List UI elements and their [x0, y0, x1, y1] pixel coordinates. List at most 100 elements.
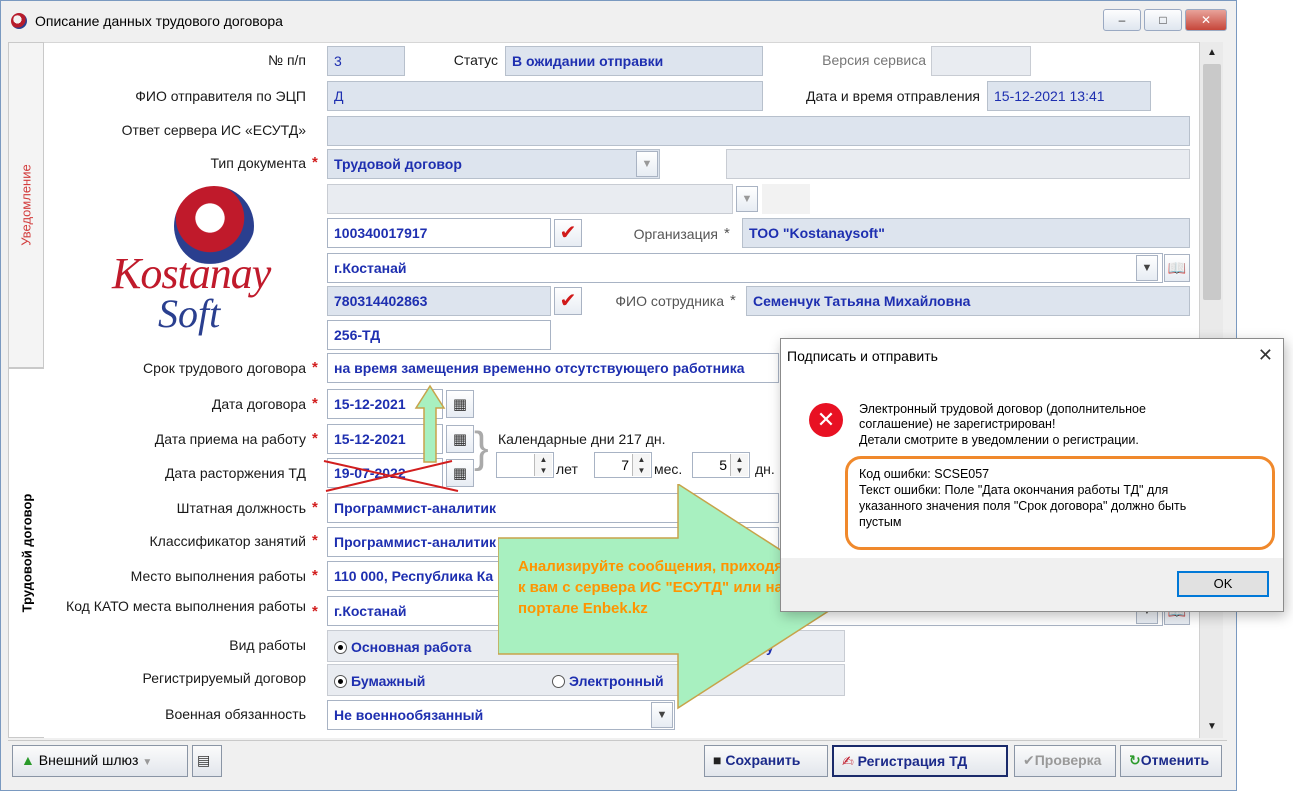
- server-response-field: [327, 116, 1190, 146]
- register-label: Регистрация ТД: [857, 753, 968, 769]
- iin-field[interactable]: 780314402863: [327, 286, 551, 316]
- num-field: 3: [327, 46, 405, 76]
- required-mark: *: [312, 532, 318, 549]
- service-version-label: Версия сервиса: [822, 52, 926, 68]
- book-icon[interactable]: 📖: [1164, 254, 1190, 282]
- maximize-button[interactable]: □: [1144, 9, 1182, 31]
- required-mark: *: [312, 603, 318, 620]
- doc-type-label: Тип документа: [210, 155, 307, 171]
- years-spinner[interactable]: ▲ ▼: [496, 452, 554, 478]
- scroll-thumb[interactable]: [1203, 64, 1221, 300]
- error-text-line2: указанного значения поля "Срок договора"…: [859, 499, 1187, 513]
- blank-field: [762, 184, 810, 214]
- chevron-down-icon[interactable]: ▼: [736, 186, 758, 212]
- required-mark: *: [312, 430, 318, 447]
- organization-label: Организация: [633, 226, 718, 242]
- kato-label: Код КАТО места выполнения работы: [66, 598, 306, 614]
- tab-notification[interactable]: Уведомление: [8, 42, 44, 368]
- scroll-up-icon[interactable]: ▲: [1202, 44, 1222, 62]
- city-select[interactable]: г.Костанай: [327, 253, 1163, 283]
- required-mark: *: [312, 499, 318, 516]
- chevron-down-icon[interactable]: ▼: [636, 151, 658, 177]
- work-type-main-radio[interactable]: Основная работа: [334, 639, 471, 655]
- reg-contract-label: Регистрируемый договор: [142, 670, 306, 686]
- cancel-icon: ↻: [1129, 752, 1141, 768]
- dialog-close-icon[interactable]: ✕: [1258, 345, 1273, 366]
- status-field: В ожидании отправки: [505, 46, 763, 76]
- close-button[interactable]: ✕: [1185, 9, 1227, 31]
- optional-mark: *: [724, 225, 730, 242]
- spin-arrows-icon[interactable]: ▲ ▼: [632, 454, 650, 476]
- work-type-label: Вид работы: [229, 637, 306, 653]
- cancel-label: Отменить: [1140, 752, 1210, 768]
- calculator-icon: ▤: [197, 752, 211, 768]
- app-icon: [11, 13, 27, 29]
- gateway-select[interactable]: ▲ Внешний шлюз ▼: [12, 745, 188, 777]
- service-version-field: [931, 46, 1031, 76]
- chevron-down-icon: ▼: [142, 757, 153, 768]
- dialog-message-line2: соглашение) не зарегистрирован!: [859, 417, 1056, 431]
- calendar-icon[interactable]: ▦: [446, 390, 474, 418]
- tab-notification-label: Уведомление: [18, 164, 34, 246]
- error-code: Код ошибки: SCSE057: [859, 467, 990, 481]
- required-mark: *: [312, 567, 318, 584]
- sent-datetime-field: 15-12-2021 13:41: [987, 81, 1151, 111]
- hire-date-label: Дата приема на работу: [154, 431, 306, 447]
- check-icon[interactable]: ✔: [554, 287, 582, 315]
- chevron-down-icon[interactable]: ▼: [1136, 255, 1158, 281]
- window-title: Описание данных трудового договора: [35, 13, 283, 29]
- error-text-line1: Текст ошибки: Поле "Дата окончания работ…: [859, 483, 1169, 497]
- contract-date-label: Дата договора: [211, 396, 306, 412]
- reg-paper-label: Бумажный: [351, 673, 426, 689]
- spin-arrows-icon[interactable]: ▲ ▼: [534, 454, 552, 476]
- bottom-toolbar: ▲ Внешний шлюз ▼ ▤ ■ Сохранить ✍ Регистр…: [8, 740, 1227, 782]
- reg-paper-radio[interactable]: Бумажный: [334, 673, 425, 689]
- save-button[interactable]: ■ Сохранить: [704, 745, 828, 777]
- spin-arrows-icon[interactable]: ▲ ▼: [730, 454, 748, 476]
- save-label: Сохранить: [725, 752, 801, 768]
- num-label: № п/п: [268, 52, 306, 68]
- cancel-button[interactable]: ↻Отменить: [1120, 745, 1222, 777]
- scroll-down-icon[interactable]: ▼: [1202, 718, 1222, 736]
- bin-field[interactable]: 100340017917: [327, 218, 551, 248]
- calendar-icon[interactable]: ▦: [446, 425, 474, 453]
- employee-field: Семенчук Татьяна Михайловна: [746, 286, 1190, 316]
- required-mark: *: [312, 395, 318, 412]
- logo-line2: Soft: [158, 291, 221, 336]
- radio-dot: [334, 641, 347, 654]
- error-text-line3: пустым: [859, 515, 902, 529]
- check-icon[interactable]: ✔: [554, 219, 582, 247]
- brace-icon: }: [474, 423, 489, 472]
- check-button[interactable]: ✔Проверка: [1014, 745, 1116, 777]
- status-label: Статус: [453, 52, 498, 68]
- minimize-button[interactable]: –: [1103, 9, 1141, 31]
- kostanaysoft-logo: Kostanay Soft: [112, 186, 320, 342]
- check-label: Проверка: [1034, 752, 1102, 768]
- contract-number-field[interactable]: 256-ТД: [327, 320, 551, 350]
- months-spinner[interactable]: 7 ▲ ▼: [594, 452, 652, 478]
- years-unit: лет: [556, 461, 578, 477]
- dialog-title: Подписать и отправить: [787, 348, 938, 364]
- position-label: Штатная должность: [176, 500, 306, 516]
- employee-label: ФИО сотрудника: [615, 293, 724, 309]
- term-select[interactable]: на время замещения временно отсутствующе…: [327, 353, 779, 383]
- server-response-label: Ответ сервера ИС «ЕСУТД»: [121, 122, 306, 138]
- work-type-main-label: Основная работа: [351, 639, 472, 655]
- workplace-label: Место выполнения работы: [130, 568, 306, 584]
- days-spinner[interactable]: 5 ▲ ▼: [692, 452, 750, 478]
- doc-type-select[interactable]: Трудовой договор: [327, 149, 660, 179]
- optional-mark: *: [730, 292, 736, 309]
- days-unit: дн.: [755, 461, 775, 477]
- dialog-message-line3: Детали смотрите в уведомлении о регистра…: [859, 433, 1139, 447]
- ok-button[interactable]: OK: [1177, 571, 1269, 597]
- days-value: 5: [719, 457, 727, 473]
- required-mark: *: [312, 154, 318, 171]
- checkmark-icon: ✔: [1023, 752, 1035, 768]
- register-button[interactable]: ✍ Регистрация ТД: [832, 745, 1008, 777]
- organization-field: ТОО "Kostanaysoft": [742, 218, 1190, 248]
- gateway-settings-button[interactable]: ▤: [192, 745, 222, 777]
- required-mark: *: [312, 359, 318, 376]
- tab-contract[interactable]: Трудовой договор: [8, 368, 44, 738]
- error-icon: ✕: [809, 403, 843, 437]
- dialog-message-line1: Электронный трудовой договор (дополнител…: [859, 402, 1146, 416]
